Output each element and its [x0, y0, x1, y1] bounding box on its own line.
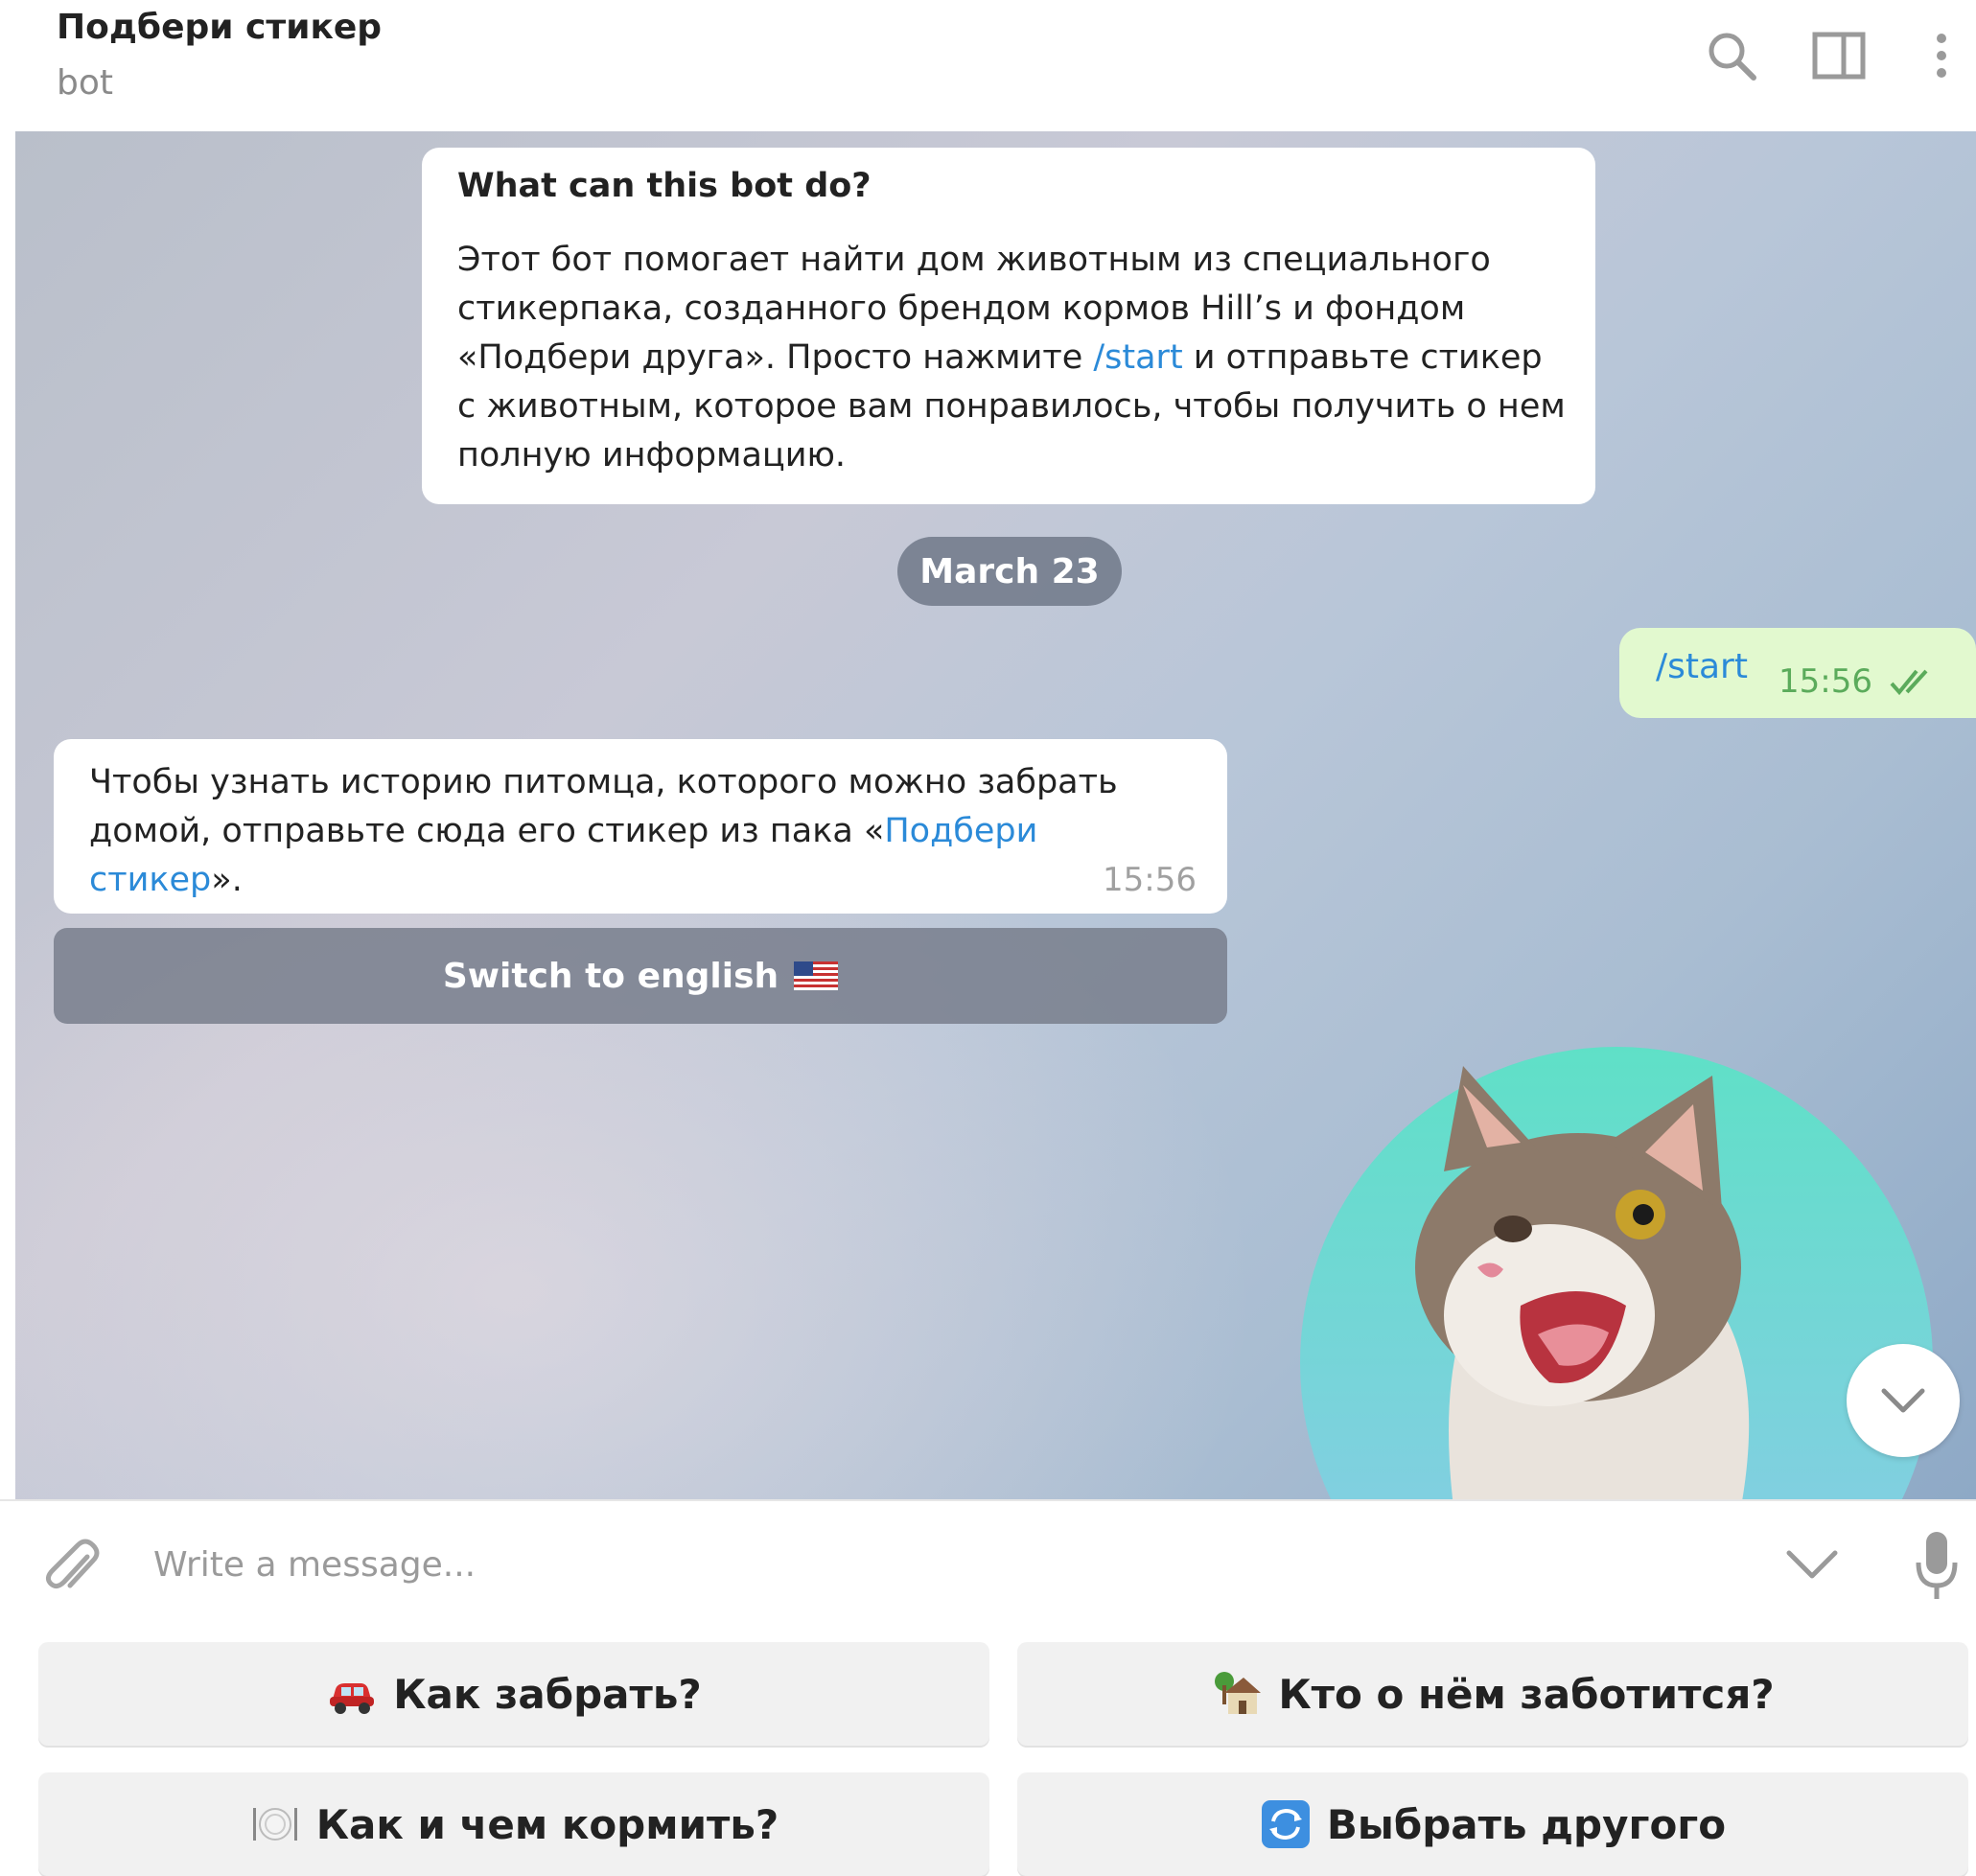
- incoming-message[interactable]: Чтобы узнать историю питомца, которого м…: [54, 739, 1227, 914]
- chat-history[interactable]: What can this bot do? Этот бот помогает …: [15, 131, 1976, 1499]
- reply-button-choose-another[interactable]: Выбрать другого: [1017, 1772, 1968, 1876]
- outgoing-message-time: 15:56: [1778, 662, 1872, 701]
- reply-button-how-to-take[interactable]: Как забрать?: [38, 1642, 989, 1746]
- sidebar-toggle-icon[interactable]: [1810, 27, 1868, 84]
- reply-button-label: Как и чем кормить?: [315, 1800, 779, 1848]
- switch-language-button[interactable]: Switch to english: [54, 928, 1227, 1024]
- bot-description-title: What can this bot do?: [457, 167, 872, 205]
- outgoing-message[interactable]: /start 15:56: [1619, 628, 1976, 718]
- reply-button-label: Как забрать?: [393, 1670, 702, 1718]
- reply-button-who-cares[interactable]: Кто о нём заботится?: [1017, 1642, 1968, 1746]
- plate-icon: [249, 1798, 301, 1850]
- reply-keyboard: Как забрать? Кто о нём заботится? Как и …: [0, 1629, 1976, 1876]
- bot-description-text: Этот бот помогает найти дом животным из …: [457, 241, 1566, 475]
- chat-header: Подбери стикер bot: [0, 0, 1976, 131]
- microphone-icon[interactable]: [1913, 1530, 1961, 1601]
- incoming-message-time: 15:56: [1103, 861, 1197, 899]
- message-composer: [0, 1499, 1976, 1631]
- bot-description-card: What can this bot do? Этот бот помогает …: [422, 148, 1595, 504]
- incoming-message-text: Чтобы узнать историю питомца, которого м…: [89, 763, 1118, 899]
- switch-language-label: Switch to english: [442, 956, 779, 996]
- house-icon: [1211, 1668, 1263, 1720]
- chevron-down-icon: [1881, 1388, 1925, 1413]
- chat-subtitle: bot: [57, 63, 113, 103]
- chat-title[interactable]: Подбери стикер: [57, 8, 382, 47]
- reply-button-label: Кто о нём заботится?: [1278, 1670, 1775, 1718]
- attach-icon[interactable]: [43, 1536, 103, 1599]
- reply-button-how-to-feed[interactable]: Как и чем кормить?: [38, 1772, 989, 1876]
- reply-button-label: Выбрать другого: [1326, 1800, 1727, 1848]
- us-flag-icon: [794, 961, 839, 990]
- refresh-icon: [1260, 1798, 1312, 1850]
- search-icon[interactable]: [1703, 27, 1760, 84]
- bot-keyboard-toggle-icon[interactable]: [1783, 1540, 1841, 1587]
- date-separator: March 23: [897, 537, 1122, 606]
- double-check-icon: [1890, 669, 1928, 696]
- more-options-icon[interactable]: [1913, 27, 1970, 84]
- scroll-to-bottom-button[interactable]: [1847, 1344, 1960, 1457]
- message-input[interactable]: [151, 1530, 1747, 1599]
- outgoing-message-text[interactable]: /start: [1656, 647, 1748, 686]
- start-command-link[interactable]: /start: [1093, 338, 1182, 377]
- car-icon: [326, 1668, 378, 1720]
